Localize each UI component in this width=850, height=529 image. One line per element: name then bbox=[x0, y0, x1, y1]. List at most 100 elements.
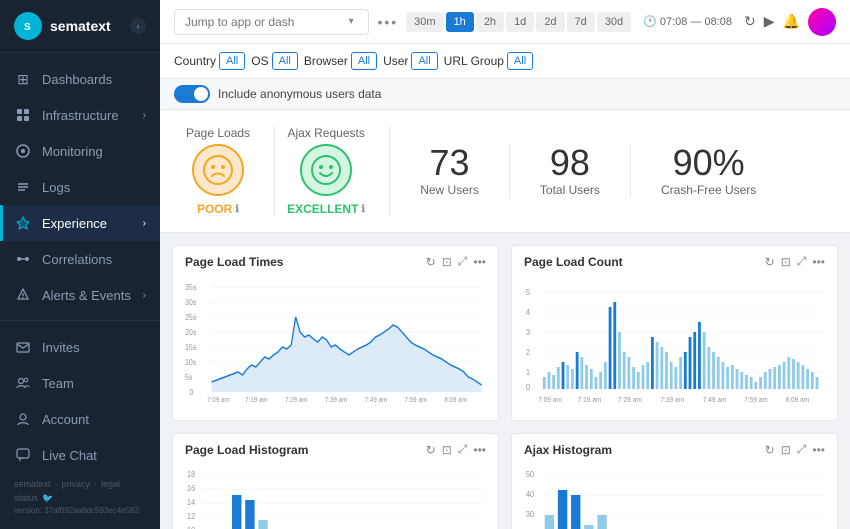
expand-chart-1[interactable]: ⊡ bbox=[442, 255, 452, 269]
svg-text:14: 14 bbox=[187, 498, 196, 507]
page-loads-rating: POOR ℹ bbox=[197, 202, 239, 216]
svg-text:0: 0 bbox=[526, 383, 530, 392]
user-avatar[interactable] bbox=[808, 8, 836, 36]
sidebar-item-team[interactable]: Team bbox=[0, 365, 160, 401]
svg-text:7:19 am: 7:19 am bbox=[245, 397, 268, 404]
filter-user-all[interactable]: All bbox=[411, 52, 437, 70]
sidebar-item-dashboards[interactable]: ⊞ Dashboards bbox=[0, 61, 160, 97]
time-range-value: 07:08 — 08:08 bbox=[660, 16, 732, 28]
refresh-chart-1[interactable]: ↻ bbox=[426, 255, 436, 269]
more-chart-4[interactable]: ••• bbox=[812, 443, 825, 457]
refresh-chart-2[interactable]: ↻ bbox=[765, 255, 775, 269]
fullscreen-chart-2[interactable]: ⤢ bbox=[797, 254, 807, 269]
more-chart-1[interactable]: ••• bbox=[473, 255, 486, 269]
filter-browser-all[interactable]: All bbox=[351, 52, 377, 70]
logo-icon: S bbox=[14, 12, 42, 40]
experience-chevron: › bbox=[143, 218, 146, 229]
sidebar-version: version: 37af892aa8dc593ec4e582 bbox=[14, 506, 146, 515]
search-input[interactable] bbox=[185, 15, 344, 29]
sidebar-item-infrastructure[interactable]: Infrastructure › bbox=[0, 97, 160, 133]
time-btn-30m[interactable]: 30m bbox=[406, 12, 443, 32]
sidebar-item-integrations[interactable]: Integrations › bbox=[0, 313, 160, 320]
ajax-requests-title: Ajax Requests bbox=[287, 126, 364, 140]
time-btn-1d[interactable]: 1d bbox=[506, 12, 534, 32]
page-load-times-title: Page Load Times bbox=[185, 255, 283, 269]
sidebar-collapse-btn[interactable]: ‹ bbox=[130, 18, 146, 34]
filter-os-all[interactable]: All bbox=[272, 52, 298, 70]
sidebar-item-experience[interactable]: Experience › bbox=[0, 205, 160, 241]
fullscreen-chart-1[interactable]: ⤢ bbox=[458, 254, 468, 269]
footer-link-privacy[interactable]: privacy bbox=[62, 479, 91, 489]
sidebar-item-account[interactable]: Account bbox=[0, 401, 160, 437]
ajax-histogram-card: Ajax Histogram ↻ ⊡ ⤢ ••• 50 40 30 20 10 bbox=[511, 433, 838, 529]
filter-country-all[interactable]: All bbox=[219, 52, 245, 70]
time-btn-7d[interactable]: 7d bbox=[567, 12, 595, 32]
infrastructure-chevron: › bbox=[143, 110, 146, 121]
crash-free-label: Crash-Free Users bbox=[661, 183, 756, 197]
footer-link-status[interactable]: status bbox=[14, 493, 38, 504]
more-chart-3[interactable]: ••• bbox=[473, 443, 486, 457]
total-users-label: Total Users bbox=[540, 183, 600, 197]
svg-text:2: 2 bbox=[526, 348, 530, 357]
more-chart-2[interactable]: ••• bbox=[812, 255, 825, 269]
refresh-chart-3[interactable]: ↻ bbox=[426, 443, 436, 457]
page-load-count-svg: 5 4 3 2 1 0 bbox=[524, 277, 825, 407]
fullscreen-chart-3[interactable]: ⤢ bbox=[458, 442, 468, 457]
ajax-histogram-header: Ajax Histogram ↻ ⊡ ⤢ ••• bbox=[512, 434, 837, 465]
refresh-chart-4[interactable]: ↻ bbox=[765, 443, 775, 457]
ajax-histogram-title: Ajax Histogram bbox=[524, 443, 612, 457]
time-btn-1h[interactable]: 1h bbox=[446, 12, 474, 32]
topbar: ▾ ••• 30m 1h 2h 1d 2d 7d 30d 🕐 07:08 — 0… bbox=[160, 0, 850, 44]
excellent-info-icon[interactable]: ℹ bbox=[361, 204, 365, 215]
sidebar-item-alerts[interactable]: Alerts & Events › bbox=[0, 277, 160, 313]
sidebar-item-invites[interactable]: Invites bbox=[0, 329, 160, 365]
metrics-strip: Page Loads POOR ℹ Ajax Requests bbox=[160, 110, 850, 233]
expand-chart-4[interactable]: ⊡ bbox=[781, 443, 791, 457]
svg-text:7:29 am: 7:29 am bbox=[285, 397, 308, 404]
filter-urlgroup-all[interactable]: All bbox=[507, 52, 533, 70]
account-icon bbox=[14, 410, 32, 428]
more-menu[interactable]: ••• bbox=[377, 14, 398, 30]
sidebar-item-monitoring[interactable]: Monitoring bbox=[0, 133, 160, 169]
search-bar[interactable]: ▾ bbox=[174, 9, 369, 35]
svg-text:10s: 10s bbox=[185, 358, 197, 368]
alerts-icon bbox=[14, 286, 32, 304]
toggle-track bbox=[174, 85, 210, 103]
anonymous-toggle[interactable]: Include anonymous users data bbox=[174, 85, 381, 103]
sidebar-item-correlations[interactable]: Correlations bbox=[0, 241, 160, 277]
svg-text:8:09 am: 8:09 am bbox=[785, 397, 809, 404]
svg-text:5: 5 bbox=[526, 288, 530, 297]
time-btn-2d[interactable]: 2d bbox=[536, 12, 564, 32]
notification-icon[interactable]: 🔔 bbox=[783, 13, 800, 30]
page-loads-smiley bbox=[192, 144, 244, 196]
svg-text:40: 40 bbox=[526, 490, 534, 499]
svg-text:5s: 5s bbox=[185, 373, 193, 383]
correlations-icon bbox=[14, 250, 32, 268]
crash-free-value: 90% bbox=[673, 145, 745, 181]
topbar-icons: ↻ ▶ 🔔 bbox=[744, 8, 836, 36]
expand-chart-3[interactable]: ⊡ bbox=[442, 443, 452, 457]
footer-link-legal[interactable]: legal bbox=[101, 479, 120, 489]
sidebar-nav: ⊞ Dashboards Infrastructure › Monitoring… bbox=[0, 53, 160, 320]
fullscreen-chart-4[interactable]: ⤢ bbox=[797, 442, 807, 457]
sidebar-item-logs[interactable]: Logs bbox=[0, 169, 160, 205]
livechat-icon bbox=[14, 446, 32, 464]
poor-info-icon[interactable]: ℹ bbox=[235, 204, 239, 215]
play-icon[interactable]: ▶ bbox=[764, 13, 775, 30]
main-content: ▾ ••• 30m 1h 2h 1d 2d 7d 30d 🕐 07:08 — 0… bbox=[160, 0, 850, 529]
chart-actions-1: ↻ ⊡ ⤢ ••• bbox=[426, 254, 486, 269]
charts-row-1: Page Load Times ↻ ⊡ ⤢ ••• bbox=[172, 245, 838, 421]
sidebar-item-livechat[interactable]: Live Chat bbox=[0, 437, 160, 473]
sidebar-footer: sematext · privacy · legal · status 🐦 ve… bbox=[0, 473, 160, 521]
charts-content: Page Load Times ↻ ⊡ ⤢ ••• bbox=[160, 233, 850, 529]
filter-os-label: OS bbox=[251, 54, 268, 68]
time-btn-30d[interactable]: 30d bbox=[597, 12, 631, 32]
expand-chart-2[interactable]: ⊡ bbox=[781, 255, 791, 269]
page-loads-metric: Page Loads POOR ℹ bbox=[174, 126, 275, 216]
svg-text:25s: 25s bbox=[185, 313, 197, 323]
refresh-icon[interactable]: ↻ bbox=[744, 13, 756, 30]
svg-text:30: 30 bbox=[526, 510, 534, 519]
time-btn-2h[interactable]: 2h bbox=[476, 12, 504, 32]
search-dropdown-icon[interactable]: ▾ bbox=[344, 16, 359, 27]
footer-link-sematext[interactable]: sematext bbox=[14, 479, 51, 489]
